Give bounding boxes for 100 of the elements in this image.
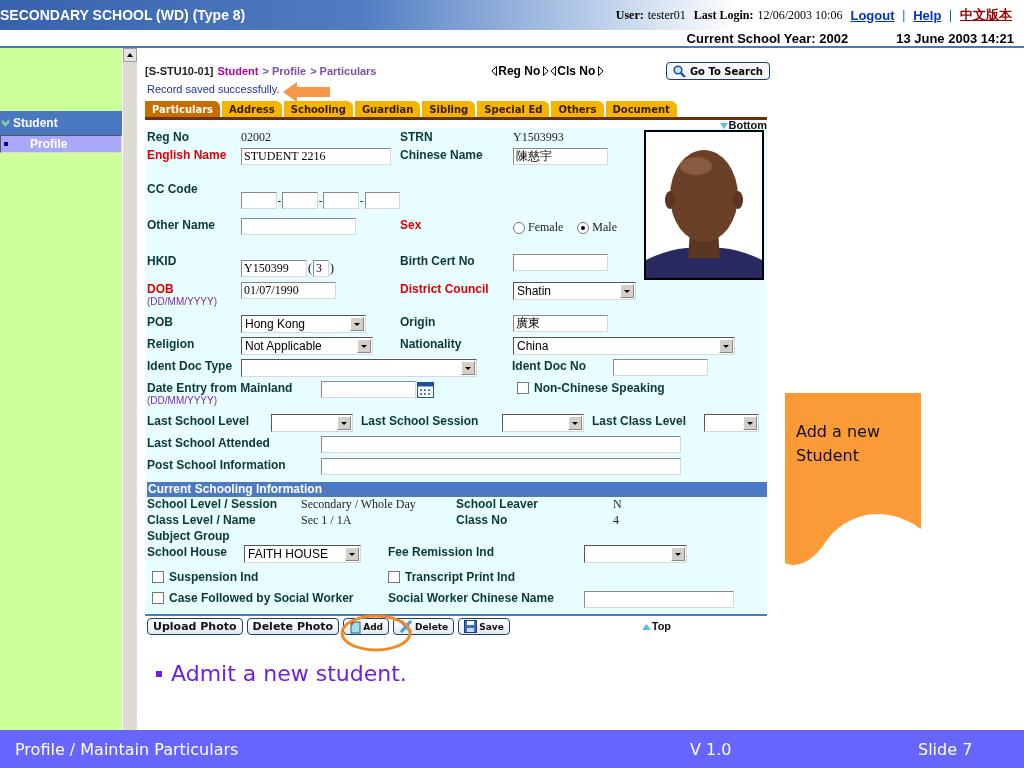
breadcrumb-link[interactable]: > Profile <box>262 65 307 77</box>
top-link[interactable]: Top <box>641 621 672 632</box>
dropdown[interactable] <box>271 414 353 432</box>
checkbox[interactable] <box>152 592 164 604</box>
text-field[interactable] <box>282 191 318 209</box>
action-button[interactable]: Delete <box>393 618 455 635</box>
checkbox-option[interactable]: Case Followed by Social Worker <box>152 591 388 605</box>
field-label: Class No <box>456 513 509 527</box>
field-label: DOB <box>147 282 175 296</box>
checkbox[interactable] <box>388 571 400 583</box>
scroll-up-icon[interactable] <box>123 48 137 62</box>
triangle-down-icon <box>719 122 728 129</box>
slide-bullet-text: Admit a new student. <box>171 661 407 686</box>
tab[interactable]: Guardian <box>354 101 421 117</box>
radio-label: Female <box>528 220 564 235</box>
text-field[interactable] <box>323 191 359 209</box>
next-icon[interactable] <box>543 66 550 76</box>
separator-dash: - <box>318 194 323 206</box>
checkbox-option[interactable]: Transcript Print Ind <box>388 570 515 584</box>
text-field[interactable] <box>321 458 681 475</box>
go-to-search-button[interactable]: Go To Search <box>665 62 770 80</box>
scrollbar[interactable] <box>122 48 137 730</box>
text-field[interactable] <box>241 191 277 209</box>
field-label: Reg No <box>147 130 190 146</box>
dropdown[interactable] <box>502 414 584 432</box>
chevron-icon <box>1 119 10 127</box>
dropdown[interactable]: FAITH HOUSE <box>244 545 361 563</box>
checkbox-option[interactable]: Non-Chinese Speaking <box>517 381 665 395</box>
date-format-hint: (DD/MM/YYYY) <box>147 296 218 307</box>
tab[interactable]: Special Ed <box>477 101 550 117</box>
dropdown[interactable] <box>241 359 477 377</box>
action-button[interactable]: Delete Photo <box>246 618 340 635</box>
tab[interactable]: Particulars <box>145 101 221 117</box>
breadcrumb-link[interactable]: Student <box>217 65 259 77</box>
nav-item[interactable]: Student <box>0 111 122 135</box>
text-field[interactable] <box>613 359 708 376</box>
check-digit-field[interactable]: 3 <box>313 259 329 277</box>
parenthesis: ) <box>330 260 334 276</box>
footer-title: Profile / Maintain Particulars <box>15 739 240 759</box>
date-field[interactable] <box>321 381 416 398</box>
app-title: SECONDARY SCHOOL (WD) (Type 8) <box>0 7 246 23</box>
action-button[interactable]: Save <box>458 618 510 635</box>
header-link[interactable]: Logout <box>850 7 895 23</box>
user-name: tester01 <box>647 7 686 23</box>
dropdown[interactable]: China <box>513 337 735 355</box>
text-field[interactable] <box>584 591 734 608</box>
previous-icon[interactable] <box>550 66 557 76</box>
tab[interactable]: Others <box>551 101 604 117</box>
checkbox[interactable] <box>152 571 164 583</box>
text-field[interactable]: STUDENT 2216 <box>241 148 391 165</box>
school-year: Current School Year: 2002 <box>686 30 849 46</box>
field-label: Last Class Level <box>592 414 688 428</box>
field-label: Class Level / Name <box>147 513 257 527</box>
dropdown[interactable]: Shatin <box>513 282 636 300</box>
breadcrumb-link[interactable]: > Particulars <box>310 65 377 77</box>
calendar-icon[interactable] <box>417 381 434 398</box>
field-label: Post School Information <box>147 458 287 472</box>
tab[interactable]: Schooling <box>283 101 353 117</box>
dropdown[interactable]: Not Applicable <box>241 337 373 355</box>
action-button[interactable]: Upload Photo <box>147 618 243 635</box>
bullet-icon <box>4 142 8 146</box>
text-field[interactable]: 廣東 <box>513 315 608 332</box>
text-field[interactable] <box>321 436 681 453</box>
tab[interactable]: Document <box>605 101 677 117</box>
last-login-label: Last Login: <box>693 7 754 23</box>
action-button[interactable]: Add <box>343 618 390 635</box>
radio-option[interactable]: Male <box>577 220 617 235</box>
field-label: Social Worker Chinese Name <box>388 591 555 605</box>
radio-button[interactable] <box>513 221 525 234</box>
checkbox[interactable] <box>517 382 529 394</box>
dropdown[interactable]: Hong Kong <box>241 315 366 333</box>
previous-icon[interactable] <box>491 66 498 76</box>
language-link[interactable]: 中文版本 <box>960 6 1012 24</box>
field-label: POB <box>147 315 174 329</box>
text-field[interactable]: Y150399 <box>241 259 307 277</box>
tab[interactable]: Address <box>222 101 282 117</box>
header-link[interactable]: Help <box>913 7 942 23</box>
next-icon[interactable] <box>598 66 605 76</box>
field-label: Other Name <box>147 218 217 234</box>
checkbox-option[interactable]: Suspension Ind <box>152 570 388 584</box>
bottom-link[interactable]: Bottom <box>719 120 767 131</box>
field-label: School House <box>147 545 228 559</box>
user-label: User: <box>615 7 644 23</box>
radio-button[interactable] <box>577 221 590 234</box>
field-label: STRN <box>400 130 434 146</box>
text-field[interactable] <box>364 191 400 209</box>
field-value: 02002 <box>241 130 272 146</box>
text-field[interactable] <box>513 254 608 271</box>
date-format-hint: (DD/MM/YYYY) <box>147 395 218 406</box>
date-field[interactable]: 01/07/1990 <box>241 282 336 299</box>
dropdown[interactable] <box>584 545 687 563</box>
text-field[interactable] <box>241 218 356 235</box>
dropdown[interactable] <box>704 414 759 432</box>
text-field[interactable]: 陳慈宇 <box>513 148 608 165</box>
section-header: Current Schooling Information <box>147 482 767 497</box>
radio-label: Male <box>592 220 617 235</box>
radio-option[interactable]: Female <box>513 220 564 235</box>
field-label: HKID <box>147 254 178 270</box>
tab[interactable]: Sibling <box>422 101 476 117</box>
field-label: Nationality <box>400 337 463 351</box>
